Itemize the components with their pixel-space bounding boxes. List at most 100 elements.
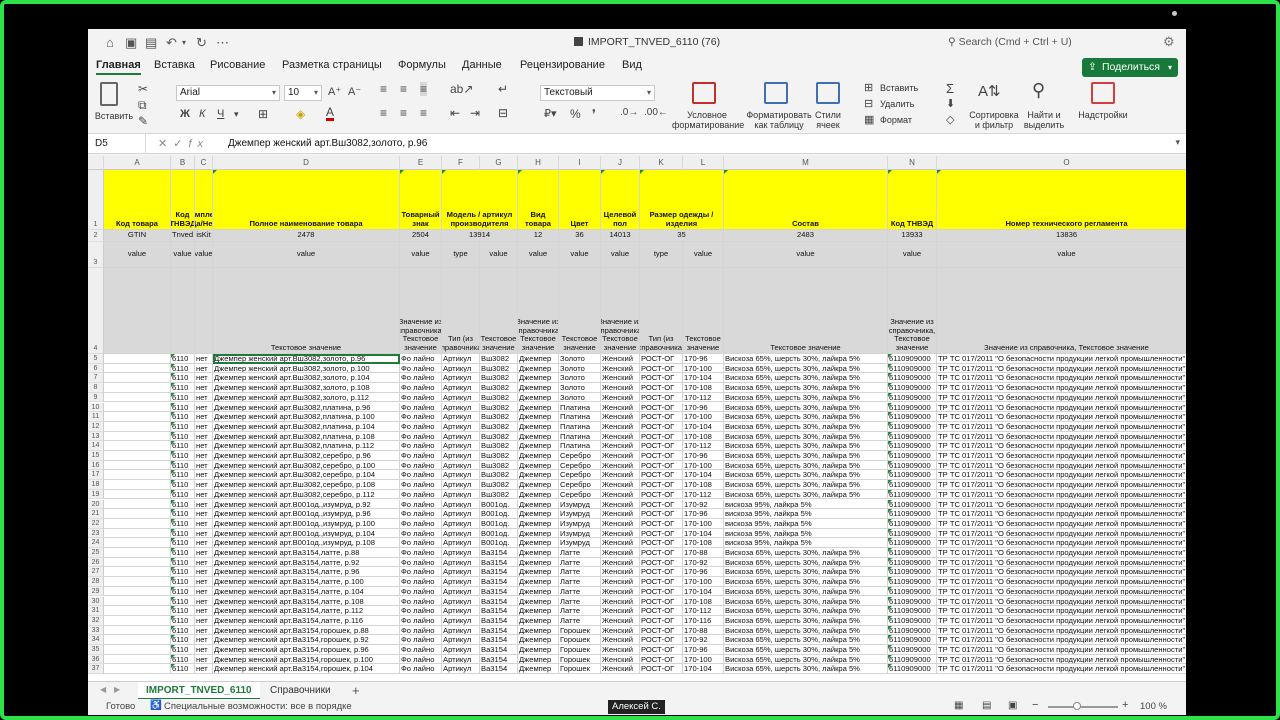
ribbon-tab-5[interactable]: Формулы: [398, 59, 446, 71]
cell-j37[interactable]: Женский: [601, 664, 640, 675]
cell-d21[interactable]: Джемпер женский арт.В001од.,изумруд, р.9…: [213, 509, 400, 519]
cell-j32[interactable]: Женский: [601, 615, 640, 626]
cell-g11[interactable]: Вш3082: [480, 412, 518, 422]
select-all-corner[interactable]: [88, 156, 104, 170]
cell-g26[interactable]: Ва3154: [480, 557, 518, 568]
cell-d27[interactable]: Джемпер женский арт.Ва3154,латте, р.96: [213, 567, 400, 578]
cell-l25[interactable]: 170-88: [683, 548, 724, 558]
cell-a25[interactable]: [104, 548, 171, 558]
header-cell-2-o[interactable]: 13836: [937, 230, 1186, 242]
cell-l22[interactable]: 170-100: [683, 518, 724, 529]
row-header-25[interactable]: 25: [88, 548, 104, 558]
cell-c23[interactable]: нет: [195, 528, 213, 539]
cell-e33[interactable]: Фо лайно: [400, 625, 442, 636]
cell-c24[interactable]: нет: [195, 538, 213, 548]
cell-f26[interactable]: Артикул: [442, 557, 480, 568]
cell-l17[interactable]: 170-104: [683, 470, 724, 481]
cell-j7[interactable]: Женский: [601, 373, 640, 384]
cell-j21[interactable]: Женский: [601, 509, 640, 519]
row-header-22[interactable]: 22: [88, 518, 104, 529]
cell-l10[interactable]: 170-96: [683, 402, 724, 413]
cell-o25[interactable]: ТР ТС 017/2011 "О безопасности продукции…: [937, 548, 1186, 558]
grow-font-icon[interactable]: A⁺: [328, 85, 341, 98]
cell-i8[interactable]: Золото: [559, 383, 601, 393]
cell-h8[interactable]: Джемпер: [518, 383, 559, 393]
cell-l13[interactable]: 170-108: [683, 431, 724, 442]
cell-g7[interactable]: Вш3082: [480, 373, 518, 384]
cell-a24[interactable]: [104, 538, 171, 548]
ribbon-tab-3[interactable]: Рисование: [210, 59, 265, 71]
orientation-icon[interactable]: ab↗: [450, 82, 473, 96]
row-header-5[interactable]: 5: [88, 354, 104, 364]
cell-n33[interactable]: 6110909000: [888, 625, 937, 636]
currency-format-icon[interactable]: ₽▾: [544, 107, 557, 120]
cell-l5[interactable]: 170-96: [683, 354, 724, 364]
column-header-e[interactable]: E: [400, 156, 442, 170]
cell-o7[interactable]: ТР ТС 017/2011 "О безопасности продукции…: [937, 373, 1186, 384]
cell-l33[interactable]: 170-88: [683, 625, 724, 636]
cell-e18[interactable]: Фо лайно: [400, 480, 442, 490]
cell-b21[interactable]: 6110: [171, 509, 195, 519]
cell-m7[interactable]: Вискоза 65%, шерсть 30%, лайкра 5%: [724, 373, 888, 384]
cell-h21[interactable]: Джемпер: [518, 509, 559, 519]
cell-h6[interactable]: Джемпер: [518, 363, 559, 374]
more-icon[interactable]: ⋯: [216, 35, 229, 51]
cell-d19[interactable]: Джемпер женский арт.Вш3082,серебро, р.11…: [213, 489, 400, 500]
cell-g6[interactable]: Вш3082: [480, 363, 518, 374]
cell-j33[interactable]: Женский: [601, 625, 640, 636]
cell-e12[interactable]: Фо лайно: [400, 421, 442, 432]
cell-f27[interactable]: Артикул: [442, 567, 480, 578]
cell-l11[interactable]: 170-100: [683, 412, 724, 422]
cell-e16[interactable]: Фо лайно: [400, 460, 442, 471]
zoom-slider[interactable]: [1048, 706, 1118, 708]
cell-i14[interactable]: Платина: [559, 441, 601, 451]
cell-o36[interactable]: ТР ТС 017/2011 "О безопасности продукции…: [937, 655, 1186, 665]
header-cell-2-a[interactable]: GTIN: [104, 230, 171, 242]
cell-c15[interactable]: нет: [195, 451, 213, 461]
cell-o28[interactable]: ТР ТС 017/2011 "О безопасности продукции…: [937, 577, 1186, 587]
sheet-tab-references[interactable]: Справочники: [262, 682, 339, 700]
cell-f36[interactable]: Артикул: [442, 654, 480, 665]
cell-d25[interactable]: Джемпер женский арт.Ва3154,латте, р.88: [213, 548, 400, 558]
cell-k20[interactable]: РОСТ-ОГ: [640, 499, 683, 510]
cell-m37[interactable]: Вискоза 65%, шерсть 30%, лайкра 5%: [724, 664, 888, 675]
cell-n16[interactable]: 6110909000: [888, 460, 937, 471]
cell-n5[interactable]: 6110909000: [888, 354, 937, 364]
cell-l6[interactable]: 170-100: [683, 363, 724, 374]
header-cell-2-i[interactable]: 36: [559, 230, 601, 242]
cell-d22[interactable]: Джемпер женский арт.В001од.,изумруд, р.1…: [213, 518, 400, 529]
cell-n17[interactable]: 6110909000: [888, 470, 937, 481]
delete-cells-icon[interactable]: ⊟: [864, 97, 873, 110]
find-select-label[interactable]: Найти и выделить: [1022, 110, 1066, 130]
ribbon-tab-8[interactable]: Вид: [622, 59, 642, 71]
cell-i31[interactable]: Латте: [559, 606, 601, 616]
cell-i21[interactable]: Изумруд: [559, 509, 601, 519]
row-header-19[interactable]: 19: [88, 489, 104, 500]
cell-f21[interactable]: Артикул: [442, 509, 480, 519]
cell-k11[interactable]: РОСТ-ОГ: [640, 412, 683, 422]
row-header-8[interactable]: 8: [88, 383, 104, 393]
cell-o31[interactable]: ТР ТС 017/2011 "О безопасности продукции…: [937, 606, 1186, 616]
cell-a32[interactable]: [104, 615, 171, 626]
cell-d10[interactable]: Джемпер женский арт.Вш3082,платина, р.96: [213, 402, 400, 413]
cell-g28[interactable]: Ва3154: [480, 577, 518, 587]
header-cell-2-m[interactable]: 2483: [724, 230, 888, 242]
insert-cells-icon[interactable]: ⊞: [864, 81, 873, 94]
cell-l24[interactable]: 170-108: [683, 538, 724, 548]
cell-b33[interactable]: 6110: [171, 625, 195, 636]
header-cell-4-o[interactable]: Значение из справочника, Текстовое значе…: [937, 268, 1186, 354]
cell-f19[interactable]: Артикул: [442, 489, 480, 500]
save-icon[interactable]: ▣: [125, 35, 137, 51]
cell-k32[interactable]: РОСТ-ОГ: [640, 615, 683, 626]
cell-m24[interactable]: вискоза 95%, лайкра 5%: [724, 538, 888, 548]
zoom-level[interactable]: 100 %: [1140, 701, 1167, 712]
cell-j19[interactable]: Женский: [601, 489, 640, 500]
cell-j22[interactable]: Женский: [601, 518, 640, 529]
cell-b24[interactable]: 6110: [171, 538, 195, 548]
cell-o29[interactable]: ТР ТС 017/2011 "О безопасности продукции…: [937, 587, 1186, 597]
cell-d33[interactable]: Джемпер женский арт.Ва3154,горошек, р.88: [213, 625, 400, 636]
cell-g14[interactable]: Вш3082: [480, 441, 518, 451]
cell-a19[interactable]: [104, 489, 171, 500]
cell-c22[interactable]: нет: [195, 518, 213, 529]
row-header-2[interactable]: 2: [88, 230, 104, 242]
